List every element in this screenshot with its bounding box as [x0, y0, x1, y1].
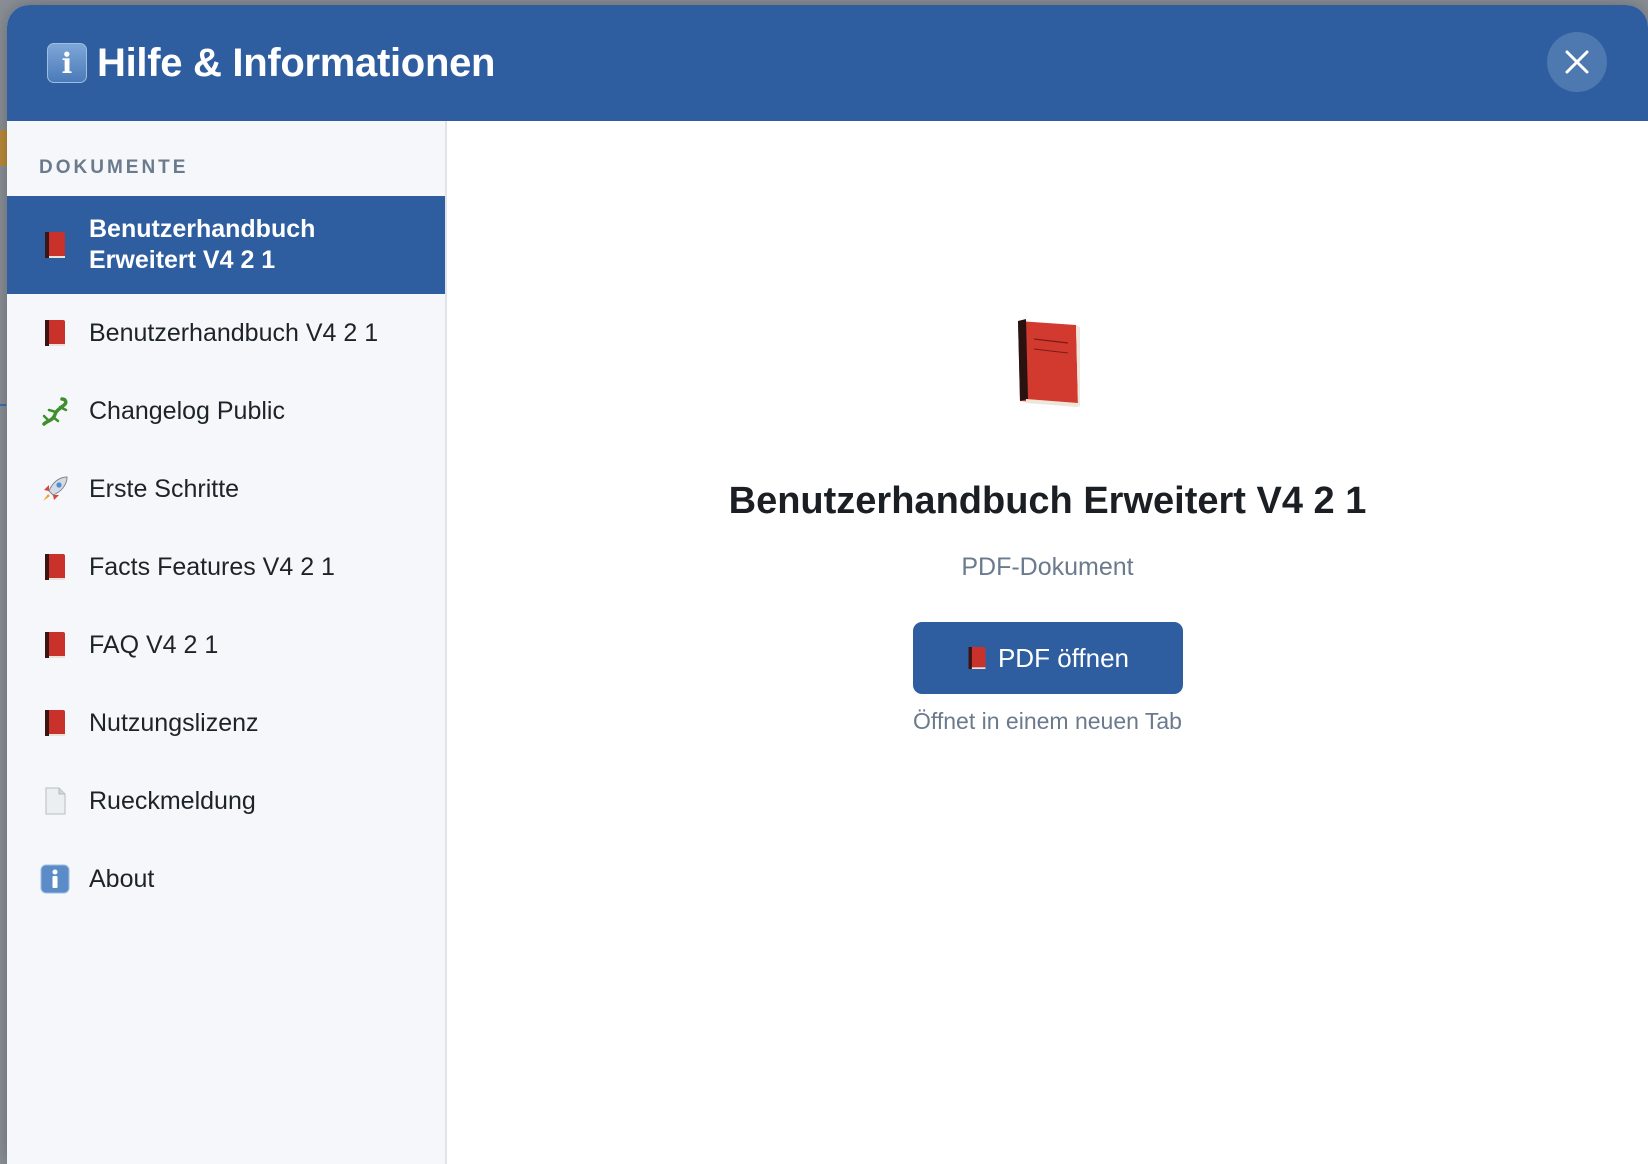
- close-button[interactable]: [1547, 32, 1607, 92]
- open-pdf-button-label: PDF öffnen: [997, 642, 1130, 673]
- sidebar-heading: DOKUMENTE: [39, 157, 189, 178]
- sidebar-item-about[interactable]: About: [7, 840, 445, 918]
- sidebar-item-benutzerhandbuch[interactable]: Benutzerhandbuch V4 2 1: [7, 294, 445, 372]
- close-icon: [1565, 50, 1589, 74]
- sidebar-item-erste-schritte[interactable]: Erste Schritte: [7, 450, 445, 528]
- info-icon: i: [47, 43, 87, 83]
- red-book-icon: [1008, 315, 1088, 416]
- modal-body: DOKUMENTE Benutzerhandbuch Erweitert V4 …: [7, 121, 1648, 1164]
- modal-title: Hilfe & Informationen: [97, 40, 496, 85]
- sidebar-item-rueckmeldung[interactable]: Rueckmeldung: [7, 762, 445, 840]
- sidebar-item-faq[interactable]: FAQ V4 2 1: [7, 606, 445, 684]
- info-icon: [39, 863, 71, 895]
- background-page-link: [0, 378, 6, 406]
- sidebar-item-label: Nutzungslizenz: [89, 708, 259, 737]
- red-book-icon: [966, 645, 988, 671]
- sidebar-item-benutzerhandbuch-erweitert[interactable]: Benutzerhandbuch Erweitert V4 2 1: [7, 196, 445, 294]
- red-book-icon: [39, 229, 71, 261]
- document-title: Benutzerhandbuch Erweitert V4 2 1: [728, 480, 1367, 522]
- sidebar-item-label: Facts Features V4 2 1: [89, 552, 335, 581]
- sidebar-item-label: Changelog Public: [89, 396, 285, 425]
- document-icon: [39, 785, 71, 817]
- red-book-icon: [39, 551, 71, 583]
- sidebar-item-label: About: [89, 864, 155, 893]
- red-book-icon: [39, 629, 71, 661]
- open-hint: Öffnet in einem neuen Tab: [913, 708, 1182, 734]
- open-pdf-button[interactable]: PDF öffnen: [912, 622, 1183, 694]
- sidebar-item-label: Rueckmeldung: [89, 786, 256, 815]
- sidebar-item-changelog-public[interactable]: Changelog Public: [7, 372, 445, 450]
- modal-header: i Hilfe & Informationen: [7, 5, 1648, 121]
- document-sidebar: DOKUMENTE Benutzerhandbuch Erweitert V4 …: [7, 121, 447, 1164]
- rocket-icon: [39, 473, 71, 505]
- lizard-icon: [39, 395, 71, 427]
- sidebar-item-label: Benutzerhandbuch Erweitert V4 2 1: [89, 215, 316, 274]
- red-book-icon: [39, 707, 71, 739]
- document-preview-inner: Benutzerhandbuch Erweitert V4 2 1 PDF-Do…: [447, 315, 1648, 735]
- sidebar-item-nutzungslizenz[interactable]: Nutzungslizenz: [7, 684, 445, 762]
- sidebar-item-label: Benutzerhandbuch V4 2 1: [89, 318, 379, 347]
- document-preview: Benutzerhandbuch Erweitert V4 2 1 PDF-Do…: [447, 121, 1648, 1164]
- sidebar-item-label: Erste Schritte: [89, 474, 240, 503]
- sidebar-item-facts-features[interactable]: Facts Features V4 2 1: [7, 528, 445, 606]
- red-book-icon: [39, 317, 71, 349]
- help-modal: i Hilfe & Informationen DOKUMENTE Benutz…: [7, 5, 1648, 1164]
- sidebar-item-label: FAQ V4 2 1: [89, 630, 219, 659]
- document-type: PDF-Dokument: [961, 553, 1134, 581]
